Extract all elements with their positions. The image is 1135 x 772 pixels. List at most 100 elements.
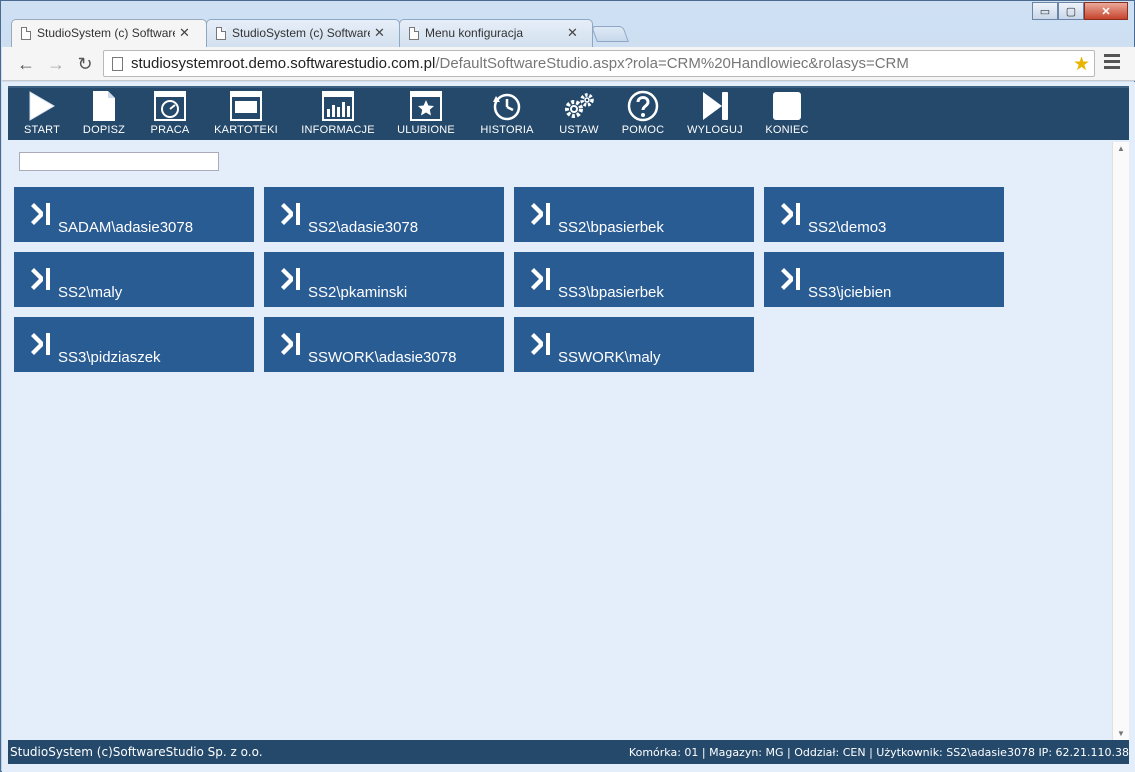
tab-studiosystem-2[interactable]: StudioSystem (c) Software ✕ [206,19,400,47]
tile-label: SS3\jciebien [808,284,892,301]
toolbar-start[interactable]: START [16,88,68,142]
minimize-button[interactable]: ▭ [1032,2,1058,20]
toolbar-label: POMOC [621,124,665,136]
toolbar-label: WYLOGUJ [687,124,743,136]
reload-button[interactable]: ↻ [74,53,96,75]
enter-arrow-icon [281,268,300,290]
enter-arrow-icon [31,333,50,355]
enter-arrow-icon [281,203,300,225]
tile-label: SS3\bpasierbek [558,284,664,301]
enter-arrow-icon [31,203,50,225]
new-tab-button[interactable] [591,26,629,42]
star-window-icon [410,91,442,121]
toolbar-informacje[interactable]: INFORMACJE [298,88,378,142]
tab-title: StudioSystem (c) Software [37,26,175,40]
toolbar-label: DOPISZ [82,124,126,136]
tile-label: SS2\maly [58,284,123,301]
tile-label: SSWORK\maly [558,349,661,366]
history-icon [493,93,521,121]
enter-arrow-icon [531,333,550,355]
tile-label: SS2\adasie3078 [308,219,419,236]
page-icon [216,26,226,40]
vertical-scrollbar[interactable]: ▲ ▼ [1112,142,1129,740]
status-bar: StudioSystem (c)SoftwareStudio Sp. z o.o… [8,740,1129,764]
enter-arrow-icon [531,268,550,290]
login-tile[interactable]: SSWORK\maly [514,317,754,372]
tile-label: SSWORK\adasie3078 [308,349,457,366]
enter-arrow-icon [781,203,800,225]
toolbar-kartoteki[interactable]: KARTOTEKI [208,88,284,142]
login-tile[interactable]: SS2\maly [14,252,254,307]
back-button[interactable]: ← [15,53,37,75]
page-icon [409,26,419,40]
toolbar-dopisz[interactable]: DOPISZ [78,88,130,142]
url-host: studiosystemroot.demo.softwarestudio.com… [131,55,436,72]
toolbar-praca[interactable]: PRACA [144,88,196,142]
window-icon [230,91,262,121]
close-icon[interactable]: ✕ [567,25,578,41]
toolbar-label: HISTORIA [480,124,534,136]
tab-studiosystem-1[interactable]: StudioSystem (c) Software ✕ [11,19,207,47]
toolbar-label: KARTOTEKI [214,124,278,136]
tile-label: SS2\bpasierbek [558,219,664,236]
bar-chart-icon [322,91,354,121]
login-tile[interactable]: SS3\bpasierbek [514,252,754,307]
filter-input[interactable] [19,152,219,171]
gears-icon [565,93,594,118]
forward-button[interactable]: → [45,53,67,75]
help-icon [627,90,659,122]
tile-label: SADAM\adasie3078 [58,219,194,236]
login-tile[interactable]: SSWORK\adasie3078 [264,317,504,372]
toolbar-label: USTAW [559,124,599,136]
scroll-up-icon[interactable]: ▲ [1117,144,1125,153]
login-tile[interactable]: SS3\jciebien [764,252,1004,307]
login-tile[interactable]: SS3\pidziaszek [14,317,254,372]
stop-icon [773,92,801,120]
app-toolbar: START DOPISZ PRACA KARTOTEKI INFORMACJE [8,86,1129,140]
toolbar-koniec[interactable]: KONIEC [760,88,814,142]
url-path: /DefaultSoftwareStudio.aspx?rola=CRM%20H… [435,55,909,72]
login-tile[interactable]: SS2\pkaminski [264,252,504,307]
toolbar-ulubione[interactable]: ULUBIONE [394,88,458,142]
enter-arrow-icon [281,333,300,355]
toolbar-pomoc[interactable]: POMOC [618,88,668,142]
toolbar-label: START [23,124,61,136]
maximize-button[interactable]: ▢ [1058,2,1084,20]
enter-arrow-icon [781,268,800,290]
toolbar-label: KONIEC [765,124,809,136]
page-icon [21,26,31,40]
login-tile[interactable]: SS2\bpasierbek [514,187,754,242]
close-window-button[interactable]: ✕ [1084,2,1128,20]
toolbar-label: PRACA [150,124,190,136]
page-icon [112,56,123,71]
browser-window: StudioSystem (c) Software ✕ StudioSystem… [0,0,1135,772]
window-controls: ▭ ▢ ✕ [1032,2,1128,20]
enter-arrow-icon [31,268,50,290]
toolbar-historia[interactable]: HISTORIA [472,88,542,142]
toolbar-wyloguj[interactable]: WYLOGUJ [682,88,748,142]
tab-menu-konfiguracja[interactable]: Menu konfiguracja ✕ [399,19,593,47]
document-icon [93,91,115,121]
bookmark-star-icon[interactable]: ★ [1073,53,1090,76]
tile-label: SS2\demo3 [808,219,887,236]
tile-label: SS2\pkaminski [308,284,408,301]
tile-label: SS3\pidziaszek [58,349,161,366]
title-bar: StudioSystem (c) Software ✕ StudioSystem… [1,1,1134,47]
tab-title: Menu konfiguracja [425,26,524,40]
toolbar-label: ULUBIONE [397,124,455,136]
close-icon[interactable]: ✕ [179,25,190,41]
logout-icon [703,92,728,120]
status-company: StudioSystem (c)SoftwareStudio Sp. z o.o… [10,745,263,759]
browser-toolbar: ← → ↻ studiosystemroot.demo.softwarestud… [2,47,1135,81]
close-icon[interactable]: ✕ [374,25,385,41]
login-tile[interactable]: SADAM\adasie3078 [14,187,254,242]
address-bar[interactable]: studiosystemroot.demo.softwarestudio.com… [103,50,1095,77]
dashboard-icon [154,91,186,121]
scroll-down-icon[interactable]: ▼ [1117,729,1125,738]
login-tile[interactable]: SS2\demo3 [764,187,1004,242]
enter-arrow-icon [531,203,550,225]
toolbar-ustaw[interactable]: USTAW [554,88,604,142]
tab-title: StudioSystem (c) Software [232,26,370,40]
login-tile[interactable]: SS2\adasie3078 [264,187,504,242]
browser-menu-button[interactable] [1104,54,1120,72]
